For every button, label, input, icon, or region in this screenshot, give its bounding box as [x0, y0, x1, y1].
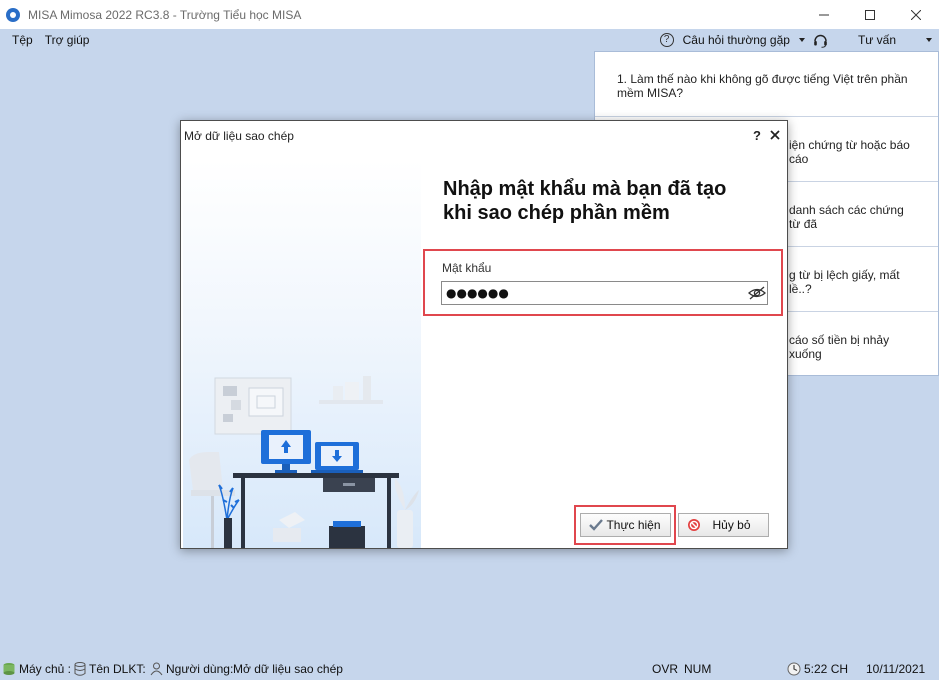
close-window-button[interactable] [893, 0, 939, 29]
question-circle-icon: ? [659, 33, 674, 47]
clock-icon [787, 662, 801, 676]
cancel-circle-icon [685, 517, 703, 533]
faq-item-text: g từ bị lệch giấy, mất lề..? [789, 268, 900, 296]
status-bar: Máy chủ : Tên DLKT: Người dùng: Mở dữ li… [0, 657, 939, 680]
chevron-down-icon[interactable] [798, 38, 805, 42]
date-value: 10/11/2021 [866, 662, 926, 676]
current-task: Mở dữ liệu sao chép [233, 662, 343, 676]
execute-button-label: Thực hiện [606, 518, 661, 532]
menu-help[interactable]: Trợ giúp [39, 33, 96, 47]
faq-menu[interactable]: Câu hỏi thường gặp [683, 33, 790, 47]
password-label: Mật khẩu [442, 261, 492, 275]
window-title: MISA Mimosa 2022 RC3.8 - Trường Tiểu học… [28, 7, 302, 22]
minimize-icon [819, 14, 829, 15]
cancel-button-label: Hủy bỏ [712, 518, 751, 532]
password-field-highlight: Mật khẩu [423, 249, 783, 316]
heading-line-2: khi sao chép phần mềm [443, 202, 670, 224]
office-illustration [183, 160, 421, 548]
menu-right-group: ? Câu hỏi thường gặp Tư vấn [659, 29, 939, 51]
dialog-help-button[interactable]: ? [753, 128, 761, 143]
user-icon [150, 662, 163, 676]
checkmark-icon [587, 517, 605, 533]
faq-item-text: danh sách các chứng từ đã [789, 203, 904, 231]
database-label: Tên DLKT: [89, 662, 146, 676]
menu-file[interactable]: Tệp [6, 33, 39, 47]
advice-menu[interactable]: Tư vấn [858, 33, 896, 47]
eye-slash-icon[interactable] [748, 285, 766, 301]
faq-item-text: cáo số tiền bị nhảy xuống [789, 333, 890, 361]
chevron-down-icon[interactable] [926, 38, 932, 42]
server-label: Máy chủ : [19, 662, 72, 676]
dialog-title: Mở dữ liệu sao chép [184, 129, 294, 143]
database-icon [74, 662, 86, 676]
close-icon [911, 9, 921, 20]
clock-status: 5:22 CH [787, 662, 848, 676]
server-status: Máy chủ : [2, 662, 71, 676]
faq-item[interactable]: 1. Làm thế nào khi không gõ được tiếng V… [595, 52, 938, 117]
database-status: Tên DLKT: [74, 662, 146, 676]
headset-icon [814, 34, 827, 48]
faq-item-text: iện chứng từ hoặc báo cáo [789, 138, 910, 166]
num-indicator: NUM [684, 662, 712, 676]
misa-logo-icon [6, 7, 20, 22]
password-input[interactable] [441, 281, 768, 305]
open-backup-dialog: Mở dữ liệu sao chép ? Nhập mật khẩu mà b… [180, 120, 788, 549]
desk-scene-illustration [189, 376, 419, 548]
menu-bar: Tệp Trợ giúp ? Câu hỏi thường gặp Tư vấn [0, 29, 939, 51]
title-bar: MISA Mimosa 2022 RC3.8 - Trường Tiểu học… [0, 0, 939, 29]
maximize-icon [865, 9, 875, 20]
dialog-heading: Nhập mật khẩu mà bạn đã tạo khi sao chép… [443, 177, 773, 225]
execute-button[interactable]: Thực hiện [580, 513, 671, 537]
dialog-close-icon[interactable] [768, 128, 782, 142]
heading-line-1: Nhập mật khẩu mà bạn đã tạo [443, 178, 727, 200]
user-label: Người dùng: [166, 662, 234, 676]
ovr-indicator: OVR [652, 662, 679, 676]
minimize-button[interactable] [801, 0, 847, 29]
server-icon [3, 663, 15, 675]
maximize-button[interactable] [847, 0, 893, 29]
window-controls [801, 0, 939, 29]
dialog-title-bar: Mở dữ liệu sao chép [181, 121, 787, 151]
cancel-button[interactable]: Hủy bỏ [678, 513, 769, 537]
user-status: Người dùng: [150, 662, 233, 676]
time-value: 5:22 CH [804, 662, 849, 676]
